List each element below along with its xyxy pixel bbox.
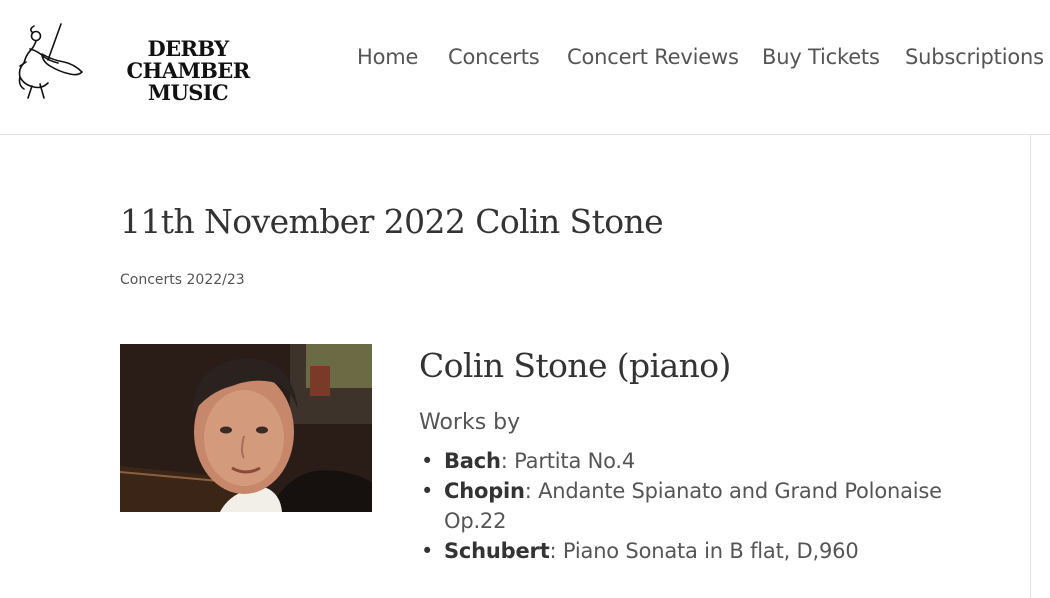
bullet-icon: • <box>421 449 434 473</box>
category-link[interactable]: Concerts 2022/23 <box>120 272 245 288</box>
work-title: : Partita No.4 <box>500 449 636 473</box>
content-divider <box>1030 134 1031 598</box>
nav-home[interactable]: Home <box>357 45 418 69</box>
works-label: Works by <box>419 410 521 435</box>
logo-line-1: DERBY CHAMBER <box>126 36 250 83</box>
list-item: • Chopin: Andante Spianato and Grand Pol… <box>419 476 979 536</box>
works-list: • Bach: Partita No.4 • Chopin: Andante S… <box>419 446 979 566</box>
logo-line-2: MUSIC <box>147 80 229 105</box>
list-item: • Schubert: Piano Sonata in B flat, D,96… <box>419 536 979 566</box>
composer-name: Schubert <box>444 539 550 563</box>
bullet-icon: • <box>421 539 434 563</box>
nav-buy-tickets[interactable]: Buy Tickets <box>762 45 880 69</box>
composer-name: Chopin <box>444 479 525 503</box>
list-item: • Bach: Partita No.4 <box>419 446 979 476</box>
composer-name: Bach <box>444 449 501 473</box>
performer-photo <box>120 344 372 512</box>
site-logo[interactable]: DERBY CHAMBER MUSIC <box>14 22 284 104</box>
violinist-icon <box>18 23 83 99</box>
bullet-icon: • <box>421 479 434 503</box>
page-title: 11th November 2022 Colin Stone <box>120 202 664 241</box>
work-title: : Piano Sonata in B flat, D,960 <box>549 539 859 563</box>
performer-heading: Colin Stone (piano) <box>419 346 731 385</box>
site-header: DERBY CHAMBER MUSIC Home Concerts Concer… <box>0 0 1050 135</box>
logo-wordmark: DERBY CHAMBER MUSIC <box>92 38 284 104</box>
nav-subscriptions[interactable]: Subscriptions <box>905 45 1044 69</box>
nav-concert-reviews[interactable]: Concert Reviews <box>567 45 739 69</box>
nav-concerts[interactable]: Concerts <box>448 45 540 69</box>
